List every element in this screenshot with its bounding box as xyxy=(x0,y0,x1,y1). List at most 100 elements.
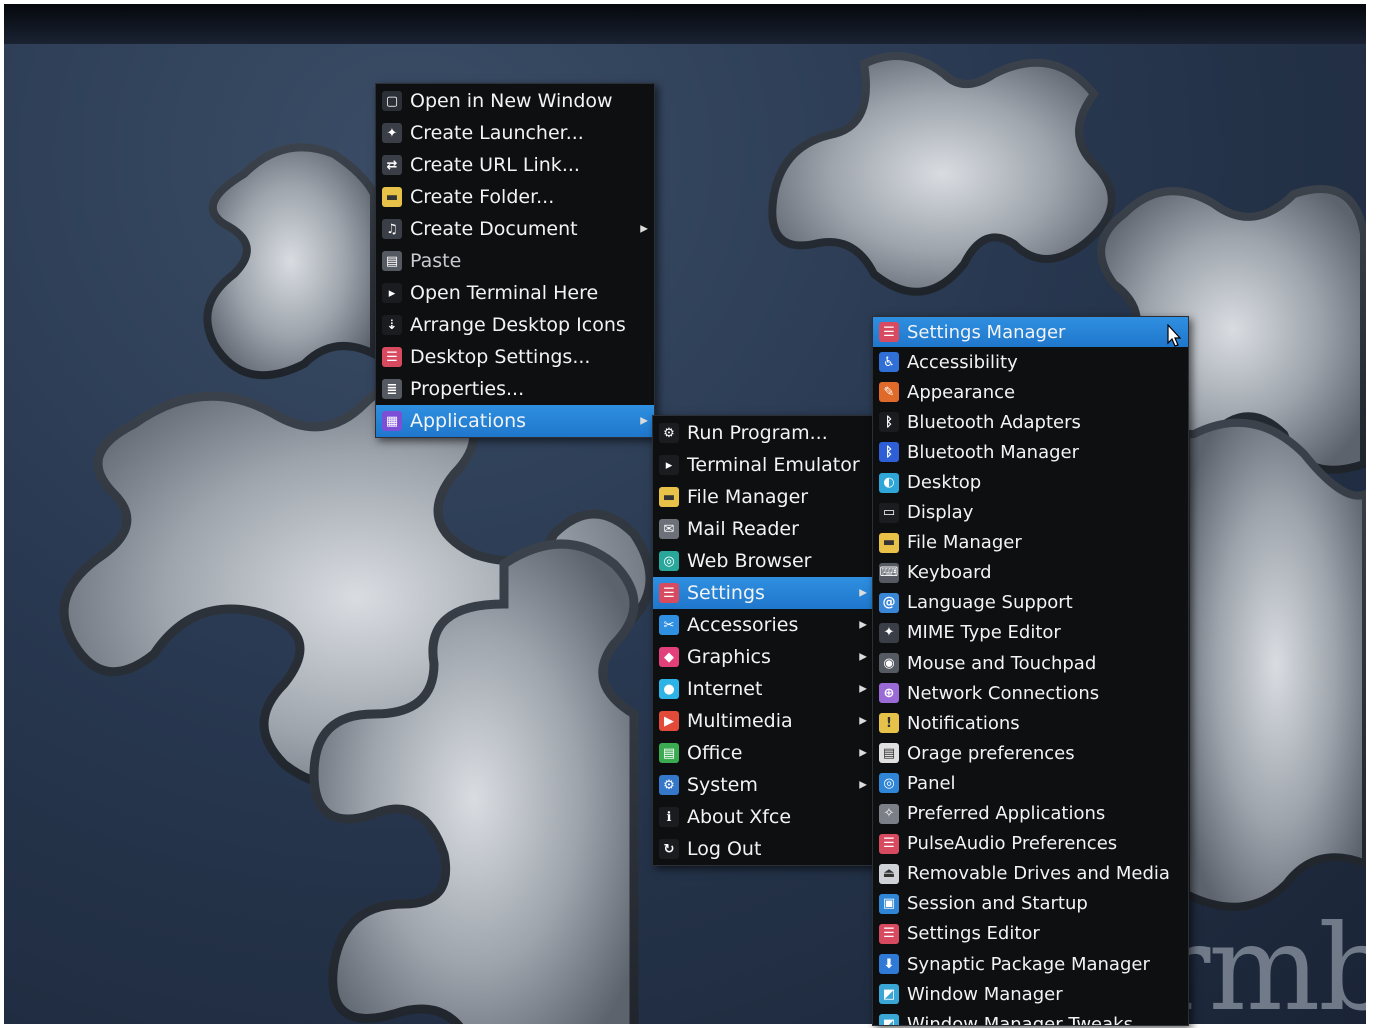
settings-menu-item-orage-preferences[interactable]: ▤ Orage preferences xyxy=(873,738,1188,768)
folder-icon: ▬ xyxy=(382,187,402,207)
menu-item-label: Accessibility xyxy=(907,351,1018,373)
settings-menu-item-desktop[interactable]: ◐ Desktop xyxy=(873,467,1188,497)
mail-icon: ✉ xyxy=(659,519,679,539)
settings-menu-item-window-manager[interactable]: ◩ Window Manager xyxy=(873,979,1188,1009)
settings-menu-item-session-and-startup[interactable]: ▣ Session and Startup xyxy=(873,889,1188,919)
folder-icon: ▬ xyxy=(879,532,899,553)
settings-menu-item-language-support[interactable]: @ Language Support xyxy=(873,588,1188,618)
menu-item-label: Properties... xyxy=(410,378,525,400)
settings-menu-item-mouse-and-touchpad[interactable]: ◉ Mouse and Touchpad xyxy=(873,648,1188,678)
menu-item-label: Create URL Link... xyxy=(410,154,580,176)
session-icon: ▣ xyxy=(879,893,899,914)
applications-menu-item-system[interactable]: ⚙ System ▶ xyxy=(653,769,873,801)
settings-icon: ☰ xyxy=(659,583,679,603)
notifications-icon: ! xyxy=(879,713,899,734)
applications-menu-item-settings[interactable]: ☰ Settings ▶ xyxy=(653,577,873,609)
desktop-menu-item-arrange-desktop-icons[interactable]: ⇣ Arrange Desktop Icons xyxy=(376,309,654,341)
internet-icon: ● xyxy=(659,679,679,699)
settings-menu-item-notifications[interactable]: ! Notifications xyxy=(873,708,1188,738)
menu-item-label: Settings Editor xyxy=(907,923,1040,945)
menu-item-label: PulseAudio Preferences xyxy=(907,833,1118,855)
properties-icon: ≣ xyxy=(382,379,402,399)
desktop-menu-item-create-launcher[interactable]: ✦ Create Launcher... xyxy=(376,117,654,149)
menu-item-label: Internet xyxy=(687,678,763,700)
settings-menu-item-display[interactable]: ▭ Display xyxy=(873,498,1188,528)
settings-menu-item-file-manager[interactable]: ▬ File Manager xyxy=(873,528,1188,558)
desktop-menu-item-properties[interactable]: ≣ Properties... xyxy=(376,373,654,405)
menu-item-label: Window Manager Tweaks xyxy=(907,1013,1133,1026)
settings-menu-item-preferred-applications[interactable]: ✧ Preferred Applications xyxy=(873,799,1188,829)
desktop-menu-item-create-url-link[interactable]: ⇄ Create URL Link... xyxy=(376,149,654,181)
menu-item-label: Bluetooth Adapters xyxy=(907,411,1081,433)
menu-item-label: Paste xyxy=(410,250,462,272)
settings-menu-item-bluetooth-manager[interactable]: ᛒ Bluetooth Manager xyxy=(873,437,1188,467)
panel-icon: ◎ xyxy=(879,773,899,794)
desktop-menu-item-open-terminal-here[interactable]: ▸ Open Terminal Here xyxy=(376,277,654,309)
settings-menu-item-window-manager-tweaks[interactable]: ◩ Window Manager Tweaks xyxy=(873,1009,1188,1026)
desktop-menu-item-paste[interactable]: ▤ Paste xyxy=(376,245,654,277)
submenu-arrow-icon: ▶ xyxy=(859,779,867,791)
menu-item-label: Accessories xyxy=(687,614,799,636)
bluetooth-icon: ᛒ xyxy=(879,442,899,463)
applications-menu-item-graphics[interactable]: ◆ Graphics ▶ xyxy=(653,641,873,673)
settings-editor-icon: ☰ xyxy=(879,923,899,944)
window-manager-icon: ◩ xyxy=(879,984,899,1005)
menu-item-label: Open Terminal Here xyxy=(410,282,599,304)
applications-menu-item-log-out[interactable]: ↻ Log Out xyxy=(653,833,873,865)
settings-menu-item-mime-type-editor[interactable]: ✦ MIME Type Editor xyxy=(873,618,1188,648)
settings-menu-item-bluetooth-adapters[interactable]: ᛒ Bluetooth Adapters xyxy=(873,407,1188,437)
applications-menu-item-about-xfce[interactable]: ℹ About Xfce xyxy=(653,801,873,833)
settings-menu-item-network-connections[interactable]: ⊕ Network Connections xyxy=(873,678,1188,708)
accessibility-icon: ♿ xyxy=(879,352,899,373)
applications-menu-item-file-manager[interactable]: ▬ File Manager xyxy=(653,481,873,513)
settings-menu-item-synaptic-package-manager[interactable]: ⬇ Synaptic Package Manager xyxy=(873,949,1188,979)
menu-item-label: Applications xyxy=(410,410,527,432)
menu-item-label: Bluetooth Manager xyxy=(907,441,1080,463)
desktop-menu-item-open-in-new-window[interactable]: ▢ Open in New Window xyxy=(376,85,654,117)
accessories-icon: ✂ xyxy=(659,615,679,635)
menu-item-label: Multimedia xyxy=(687,710,793,732)
menu-item-label: Panel xyxy=(907,772,956,794)
settings-menu-item-panel[interactable]: ◎ Panel xyxy=(873,768,1188,798)
keyboard-icon: ⌨ xyxy=(879,562,899,583)
desktop-menu-item-create-document[interactable]: ♫ Create Document ▶ xyxy=(376,213,654,245)
menu-item-label: Arrange Desktop Icons xyxy=(410,314,626,336)
desktop-menu-item-create-folder[interactable]: ▬ Create Folder... xyxy=(376,181,654,213)
desktop-menu-item-applications[interactable]: ▦ Applications ▶ xyxy=(376,405,654,437)
settings-menu-item-accessibility[interactable]: ♿ Accessibility xyxy=(873,347,1188,377)
applications-menu-item-multimedia[interactable]: ▶ Multimedia ▶ xyxy=(653,705,873,737)
settings-menu: ☰ Settings Manager ♿ Accessibility ✎ Appearan… xyxy=(872,316,1189,1026)
link-icon: ⇄ xyxy=(382,155,402,175)
menu-item-label: Desktop Settings... xyxy=(410,346,591,368)
window-icon: ▢ xyxy=(382,91,402,111)
menu-item-label: System xyxy=(687,774,758,796)
applications-menu-item-office[interactable]: ▤ Office ▶ xyxy=(653,737,873,769)
settings-menu-item-removable-drives-and-media[interactable]: ⏏ Removable Drives and Media xyxy=(873,859,1188,889)
menu-item-label: MIME Type Editor xyxy=(907,622,1061,644)
menu-item-label: Create Document xyxy=(410,218,578,240)
menu-item-label: Graphics xyxy=(687,646,771,668)
menu-item-label: Run Program... xyxy=(687,422,828,444)
menu-item-label: Settings Manager xyxy=(907,321,1066,343)
settings-menu-item-settings-manager[interactable]: ☰ Settings Manager xyxy=(873,317,1188,348)
settings-menu-item-pulseaudio-preferences[interactable]: ☰ PulseAudio Preferences xyxy=(873,829,1188,859)
applications-menu-item-web-browser[interactable]: ◎ Web Browser xyxy=(653,545,873,577)
applications-menu-item-accessories[interactable]: ✂ Accessories ▶ xyxy=(653,609,873,641)
settings-menu-item-settings-editor[interactable]: ☰ Settings Editor xyxy=(873,919,1188,949)
appearance-icon: ✎ xyxy=(879,382,899,403)
folder-icon: ▬ xyxy=(659,487,679,507)
terminal-icon: ▸ xyxy=(659,455,679,475)
applications-menu-item-mail-reader[interactable]: ✉ Mail Reader xyxy=(653,513,873,545)
menu-item-label: Mail Reader xyxy=(687,518,799,540)
info-icon: ℹ xyxy=(659,807,679,827)
mouse-icon: ◉ xyxy=(879,653,899,674)
desktop-context-menu: ▢ Open in New Window ✦ Create Launcher... ⇄ C… xyxy=(375,83,655,438)
applications-menu-item-run-program[interactable]: ⚙ Run Program... xyxy=(653,417,873,449)
settings-menu-item-keyboard[interactable]: ⌨ Keyboard xyxy=(873,558,1188,588)
desktop-menu-item-desktop-settings[interactable]: ☰ Desktop Settings... xyxy=(376,341,654,373)
paste-icon: ▤ xyxy=(382,251,402,271)
applications-menu-item-terminal-emulator[interactable]: ▸ Terminal Emulator xyxy=(653,449,873,481)
preferred-apps-icon: ✧ xyxy=(879,803,899,824)
settings-menu-item-appearance[interactable]: ✎ Appearance xyxy=(873,377,1188,407)
applications-menu-item-internet[interactable]: ● Internet ▶ xyxy=(653,673,873,705)
